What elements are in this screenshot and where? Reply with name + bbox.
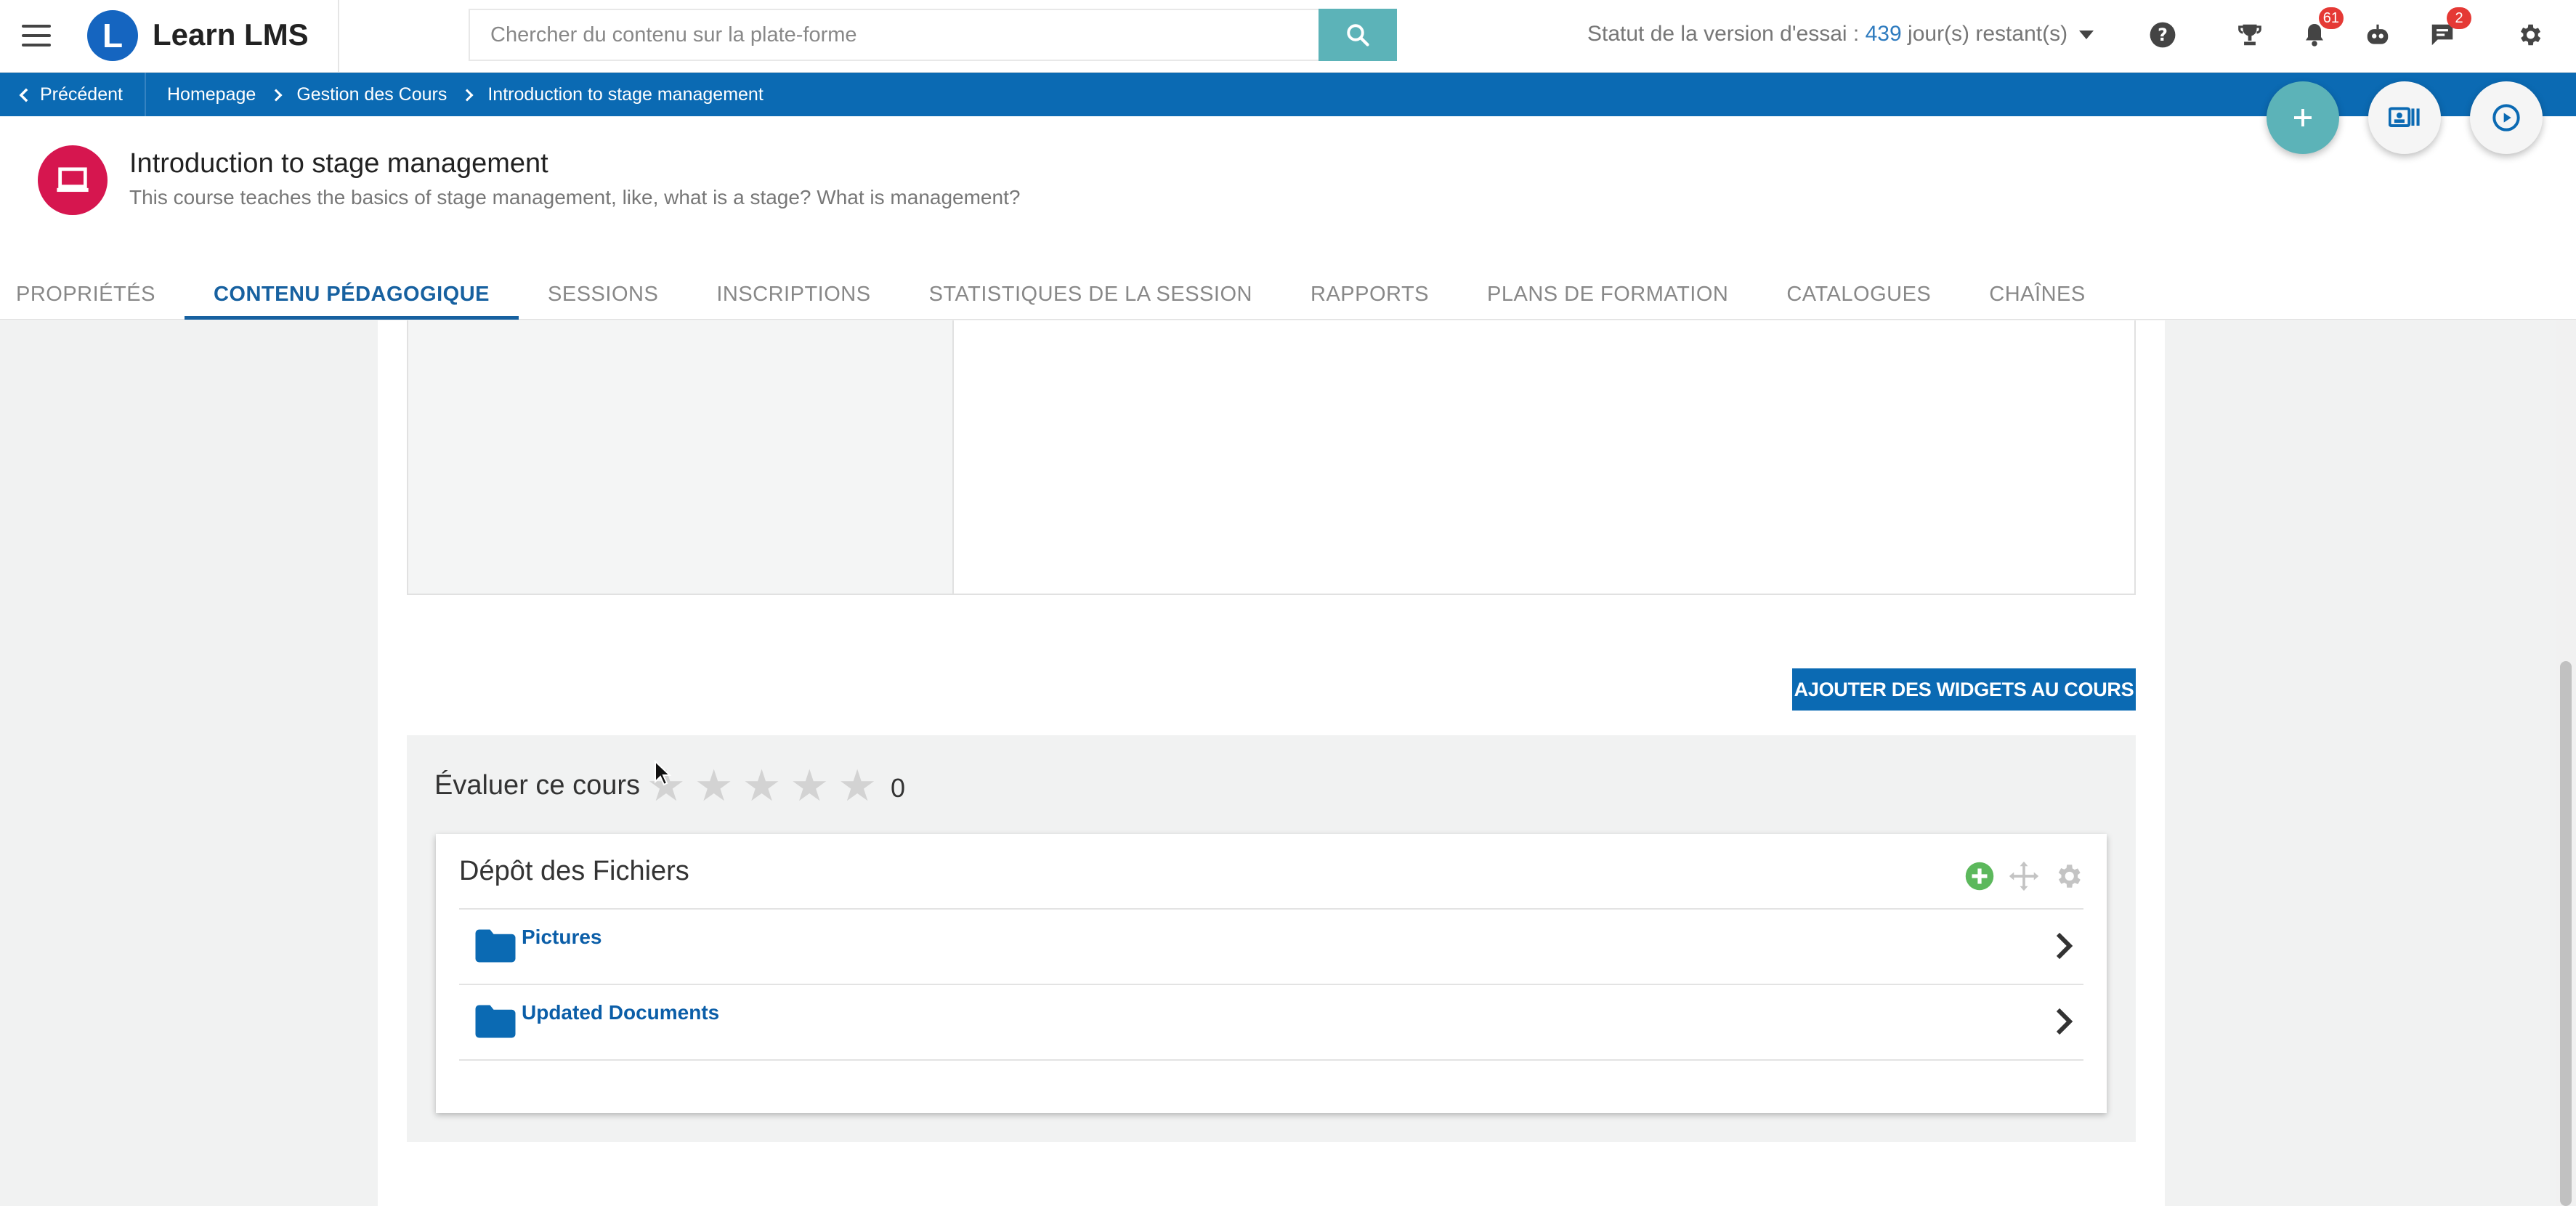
search-icon	[1347, 24, 1369, 46]
tab-proprietes[interactable]: PROPRIÉTÉS	[0, 265, 185, 320]
play-fab-button[interactable]	[2470, 81, 2543, 154]
gear-icon[interactable]	[2514, 19, 2545, 51]
help-icon[interactable]: ?	[2147, 19, 2179, 51]
course-description: This course teaches the basics of stage …	[129, 186, 1021, 209]
mouse-cursor-icon	[655, 760, 671, 786]
breadcrumb-item-current: Introduction to stage management	[487, 84, 764, 105]
tab-rapports[interactable]: RAPPORTS	[1281, 265, 1458, 320]
trial-days: 439	[1865, 22, 1902, 46]
messages-badge: 2	[2447, 7, 2471, 29]
folder-name[interactable]: Updated Documents	[522, 1001, 719, 1024]
tab-plans-formation[interactable]: PLANS DE FORMATION	[1458, 265, 1757, 320]
content-widget	[407, 320, 2136, 595]
widget-tools	[1964, 860, 2083, 892]
scrollbar-thumb[interactable]	[2560, 661, 2572, 1206]
rating-stars[interactable]: ★ ★ ★ ★ ★	[647, 764, 877, 808]
top-bar: L Learn LMS Statut de la version d'essai…	[0, 0, 2576, 73]
id-card-icon	[2389, 107, 2420, 127]
file-repository-title: Dépôt des Fichiers	[459, 856, 689, 886]
bot-icon[interactable]	[2362, 19, 2394, 51]
chevron-left-icon	[19, 88, 28, 102]
tab-statistiques-session[interactable]: STATISTIQUES DE LA SESSION	[900, 265, 1281, 320]
trophy-icon[interactable]	[2234, 19, 2266, 51]
folder-icon	[475, 1005, 516, 1038]
app-name[interactable]: Learn LMS	[153, 17, 309, 52]
folder-icon	[475, 929, 516, 963]
tab-sessions[interactable]: SESSIONS	[519, 265, 687, 320]
star-icon[interactable]: ★	[742, 764, 782, 808]
course-card-fab-button[interactable]	[2368, 81, 2441, 154]
star-icon[interactable]: ★	[790, 764, 829, 808]
chevron-right-icon[interactable]	[2054, 1007, 2073, 1036]
add-circle-icon[interactable]	[1964, 861, 1995, 891]
chevron-right-icon	[270, 89, 283, 101]
content-widget-sidebar	[408, 320, 954, 594]
breadcrumb-item-homepage[interactable]: Homepage	[167, 84, 256, 105]
folder-name[interactable]: Pictures	[522, 926, 602, 949]
divider	[459, 1059, 2083, 1061]
trial-status[interactable]: Statut de la version d'essai : 439 jour(…	[1587, 22, 2094, 46]
search-button[interactable]	[1319, 9, 1397, 61]
chat-icon[interactable]: 2	[2426, 7, 2471, 51]
svg-text:?: ?	[2158, 25, 2168, 45]
back-label: Précédent	[40, 84, 123, 105]
rating-count: 0	[891, 773, 906, 803]
plus-icon	[2294, 109, 2312, 126]
add-fab-button[interactable]	[2267, 81, 2339, 154]
tab-chaines[interactable]: CHAÎNES	[1960, 265, 2114, 320]
chevron-down-icon	[2079, 31, 2094, 40]
star-icon[interactable]: ★	[694, 764, 734, 808]
search-box	[469, 9, 1319, 61]
course-type-icon	[38, 145, 108, 215]
folder-row[interactable]: Updated Documents	[459, 984, 2083, 1059]
course-title: Introduction to stage management	[129, 148, 548, 179]
course-tabs: PROPRIÉTÉS CONTENU PÉDAGOGIQUE SESSIONS …	[0, 265, 2115, 320]
folder-row[interactable]: Pictures	[459, 908, 2083, 984]
tab-contenu-pedagogique[interactable]: CONTENU PÉDAGOGIQUE	[184, 265, 519, 320]
move-icon[interactable]	[2008, 860, 2040, 892]
play-circle-icon	[2492, 104, 2520, 131]
bell-icon[interactable]: 61	[2298, 7, 2344, 51]
breadcrumb-item-gestion-des-cours[interactable]: Gestion des Cours	[296, 84, 447, 105]
star-icon[interactable]: ★	[838, 764, 877, 808]
chevron-right-icon[interactable]	[2054, 931, 2073, 960]
course-header: Introduction to stage management This co…	[0, 116, 2576, 320]
breadcrumb-items: Homepage Gestion des Cours Introduction …	[167, 84, 764, 105]
rating-area: Évaluer ce cours ★ ★ ★ ★ ★ 0 Dépôt des F…	[407, 735, 2136, 1142]
search-input[interactable]	[470, 10, 1319, 60]
breadcrumb: Précédent Homepage Gestion des Cours Int…	[0, 73, 2576, 116]
rate-course-label: Évaluer ce cours	[434, 770, 641, 801]
logo-divider	[338, 0, 339, 73]
breadcrumb-divider	[145, 73, 146, 116]
file-repository-widget: Dépôt des Fichiers Pictures Updated Docu…	[436, 834, 2107, 1113]
laptop-icon	[57, 167, 89, 193]
trial-label: Statut de la version d'essai :	[1587, 22, 1860, 46]
gear-icon[interactable]	[2053, 861, 2083, 891]
add-widgets-button[interactable]: AJOUTER DES WIDGETS AU COURS	[1792, 668, 2136, 711]
back-button[interactable]: Précédent	[18, 84, 123, 105]
app-logo[interactable]: L	[87, 10, 138, 61]
tab-catalogues[interactable]: CATALOGUES	[1757, 265, 1960, 320]
tab-inscriptions[interactable]: INSCRIPTIONS	[687, 265, 899, 320]
trial-suffix: jour(s) restant(s)	[1908, 22, 2068, 46]
menu-icon[interactable]	[22, 25, 51, 46]
chevron-right-icon	[461, 89, 474, 101]
notifications-badge: 61	[2318, 7, 2344, 29]
